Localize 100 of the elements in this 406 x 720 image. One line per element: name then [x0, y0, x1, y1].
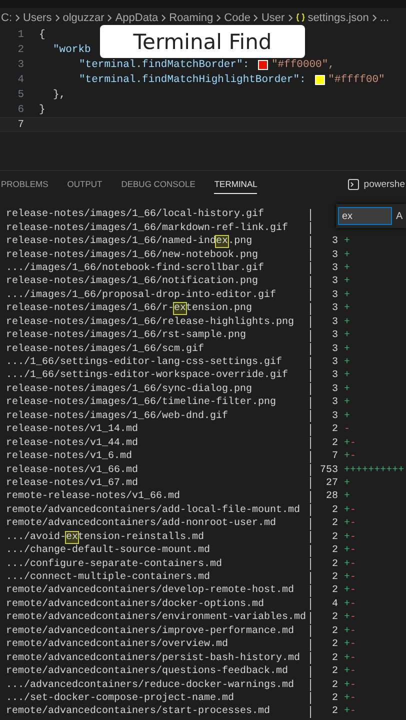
- color-swatch[interactable]: [315, 74, 326, 84]
- breadcrumb-item[interactable]: Users: [23, 12, 52, 24]
- diff-graph: +: [344, 330, 350, 342]
- diff-graph: +: [344, 262, 350, 274]
- breadcrumb-item[interactable]: ...: [380, 12, 390, 24]
- breadcrumb-item[interactable]: AppData: [115, 12, 158, 24]
- change-count: 3: [330, 262, 338, 274]
- file-path: remote/advancedcontainers/questions-feedback.md: [5, 666, 290, 678]
- file-path: remote/advancedcontainers/add-local-file-mount.md: [5, 504, 302, 516]
- change-count: 28: [324, 491, 338, 502]
- change-count: 3: [330, 276, 338, 288]
- change-count: 27: [324, 478, 338, 489]
- code-text: "#ff0000",: [271, 58, 334, 70]
- file-path: .../images/1_66/proposal-drop-into-editor.gif: [5, 290, 278, 301]
- change-count: 2: [330, 518, 338, 530]
- chevron-icon: [161, 14, 166, 22]
- chevron-icon: [107, 14, 112, 22]
- breadcrumb-item[interactable]: User: [261, 12, 285, 24]
- change-count: 2: [330, 692, 338, 704]
- panel-tab[interactable]: DEBUG CONSOLE: [121, 174, 196, 194]
- file-path: release-notes/images/1_66/rst-sample.png: [5, 330, 248, 342]
- diff-graph: +: [344, 344, 350, 355]
- diff-graph: +: [344, 316, 350, 328]
- file-path: release-notes/images/1_66/timeline-filter.png: [5, 397, 278, 408]
- change-count: 2: [330, 612, 338, 624]
- file-path: remote/advancedcontainers/start-processes.md: [5, 706, 272, 718]
- panel-tab[interactable]: PROBLEMS: [1, 174, 48, 194]
- diff-graph: +-: [344, 692, 356, 704]
- diff-graph: +-: [344, 666, 356, 678]
- match-case-toggle[interactable]: A: [396, 210, 403, 222]
- change-count: 7: [330, 451, 338, 462]
- change-count: 753: [318, 464, 338, 476]
- code-text: }: [39, 104, 46, 116]
- code-text: },: [52, 88, 66, 100]
- chevron-icon: [15, 14, 20, 22]
- breadcrumb-item[interactable]: C:: [1, 12, 12, 24]
- chevron-icon: [288, 14, 293, 22]
- file-path: .../1_66/settings-editor-workspace-override.gif: [5, 370, 290, 382]
- diff-graph: +: [344, 370, 350, 382]
- file-path: .../avoid-extension-reinstalls.md: [5, 532, 206, 543]
- diff-graph: +-: [344, 598, 356, 610]
- file-path: remote/advancedcontainers/improve-performance.md: [5, 626, 296, 637]
- terminal-icon[interactable]: [348, 178, 359, 190]
- file-path: .../images/1_66/notebook-find-scrollbar.gif: [5, 262, 266, 274]
- diff-graph: +: [344, 410, 350, 422]
- breadcrumb-item[interactable]: Code: [224, 12, 250, 24]
- diff-graph: +: [344, 397, 350, 408]
- diff-graph: +: [344, 384, 350, 395]
- panel-tab[interactable]: OUTPUT: [67, 174, 102, 194]
- change-count: 2: [330, 666, 338, 678]
- change-count: 2: [330, 424, 338, 436]
- change-count: 2: [330, 585, 338, 596]
- change-count: 2: [330, 652, 338, 664]
- change-count: 2: [330, 680, 338, 691]
- diff-graph: +: [344, 491, 350, 502]
- chevron-icon: [54, 14, 60, 22]
- diff-graph: +: [344, 276, 350, 288]
- change-count: 3: [330, 316, 338, 328]
- diff-graph: +-: [344, 612, 356, 624]
- change-count: 2: [330, 532, 338, 543]
- file-path: remote/advancedcontainers/add-nonroot-user.md: [5, 518, 278, 530]
- change-count: 3: [330, 344, 338, 355]
- line-number: 6: [16, 104, 25, 116]
- file-path: release-notes/images/1_66/markdown-ref-link.gif: [5, 222, 290, 234]
- panel-tab[interactable]: TERMINAL: [214, 174, 258, 194]
- breadcrumb-item[interactable]: settings.json: [308, 12, 369, 24]
- file-path: release-notes/v1_6.md: [5, 451, 134, 462]
- change-count: 2: [330, 572, 338, 584]
- change-count: 2: [330, 706, 338, 718]
- color-swatch[interactable]: [258, 60, 268, 70]
- file-path: release-notes/images/1_66/release-highlights.png: [5, 316, 296, 328]
- diff-graph: +-: [344, 518, 356, 530]
- terminal-selector[interactable]: powershe: [364, 178, 405, 190]
- diff-graph: +-: [344, 438, 356, 449]
- breadcrumb-item[interactable]: Roaming: [169, 12, 214, 24]
- change-count: 2: [330, 626, 338, 637]
- file-path: release-notes/v1_67.md: [5, 478, 140, 489]
- find-input[interactable]: ex: [338, 207, 392, 225]
- diff-graph: +-: [344, 585, 356, 596]
- file-path: remote-release-notes/v1_66.md: [5, 491, 182, 502]
- file-path: .../configure-separate-containers.md: [5, 558, 224, 570]
- line-number: 4: [16, 74, 25, 86]
- diff-graph: +-: [344, 558, 356, 570]
- file-path: release-notes/images/1_66/sync-dialog.png: [5, 384, 254, 395]
- diff-graph: +-: [344, 545, 356, 556]
- change-count: 3: [330, 303, 338, 314]
- change-count: 3: [330, 357, 338, 368]
- diff-graph: +-: [344, 626, 356, 637]
- diff-graph: +: [344, 250, 350, 261]
- file-path: release-notes/v1_66.md: [5, 464, 140, 476]
- change-count: 3: [330, 236, 338, 248]
- code-text: "workb: [52, 44, 91, 56]
- json-file-icon: [296, 13, 305, 22]
- file-path: release-notes/images/1_66/new-notebook.png: [5, 250, 260, 261]
- change-count: 4: [330, 598, 338, 610]
- breadcrumb-item[interactable]: olguzzar: [62, 12, 104, 24]
- line-number: 1: [16, 28, 25, 40]
- change-count: 3: [330, 250, 338, 261]
- diff-graph: -: [344, 424, 350, 436]
- line-number: 7: [16, 118, 25, 130]
